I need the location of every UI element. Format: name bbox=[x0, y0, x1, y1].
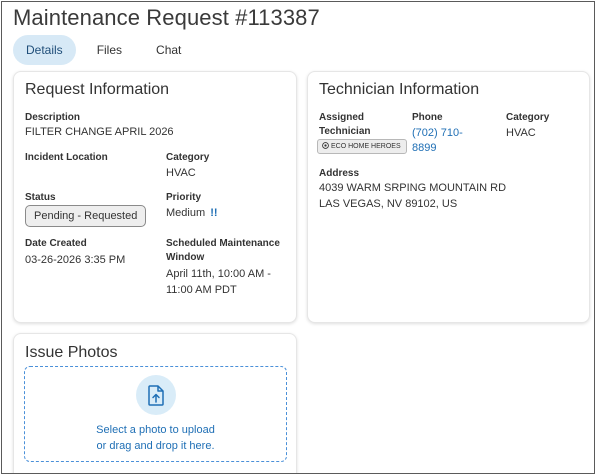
tab-files[interactable]: Files bbox=[84, 35, 135, 65]
scheduled-window-label-line2: Window bbox=[166, 252, 205, 263]
address-line2: LAS VEGAS, NV 89102, US bbox=[319, 198, 458, 210]
maintenance-request-page: Maintenance Request #113387 Details File… bbox=[1, 1, 595, 474]
upload-instruction-line2: or drag and drop it here. bbox=[96, 440, 215, 452]
request-information-title: Request Information bbox=[25, 81, 170, 98]
vendor-badge-icon bbox=[322, 142, 329, 149]
scheduled-window-label-line1: Scheduled Maintenance bbox=[166, 238, 280, 249]
page-title: Maintenance Request #113387 bbox=[13, 5, 320, 30]
scheduled-window-value-line1: April 11th, 10:00 AM - bbox=[166, 268, 271, 280]
priority-label: Priority bbox=[166, 192, 202, 203]
incident-location-label: Incident Location bbox=[25, 152, 108, 163]
upload-instruction-line1: Select a photo to upload bbox=[96, 424, 215, 436]
phone-label: Phone bbox=[412, 112, 443, 123]
date-created-label: Date Created bbox=[25, 238, 87, 249]
file-upload-icon bbox=[148, 385, 164, 406]
issue-photos-title: Issue Photos bbox=[25, 344, 118, 361]
vendor-name: ECO HOME HEROES bbox=[331, 143, 401, 150]
status-label: Status bbox=[25, 192, 56, 203]
assigned-technician-label-line2: Technician bbox=[319, 126, 371, 137]
upload-icon-circle bbox=[136, 375, 176, 415]
address-line1: 4039 WARM SRPING MOUNTAIN RD bbox=[319, 182, 507, 194]
request-information-card: Request Information Description FILTER C… bbox=[13, 71, 297, 323]
description-label: Description bbox=[25, 112, 81, 123]
issue-photos-card: Issue Photos Select a photo to upload or… bbox=[13, 333, 297, 473]
photo-upload-dropzone[interactable]: Select a photo to upload or drag and dro… bbox=[24, 366, 287, 462]
category-value: HVAC bbox=[166, 167, 196, 179]
tab-bar: Details Files Chat bbox=[13, 35, 194, 65]
phone-link-line2[interactable]: 8899 bbox=[412, 140, 436, 156]
tab-details[interactable]: Details bbox=[13, 35, 76, 65]
category-label: Category bbox=[166, 152, 210, 163]
technician-information-title: Technician Information bbox=[319, 81, 480, 98]
status-badge: Pending - Requested bbox=[25, 205, 147, 227]
scheduled-window-value-line2: 11:00 AM PDT bbox=[166, 284, 237, 296]
technician-category-label: Category bbox=[506, 112, 550, 123]
technician-category-value: HVAC bbox=[506, 127, 536, 139]
vendor-chip[interactable]: ECO HOME HEROES bbox=[317, 139, 407, 154]
priority-text: Medium bbox=[166, 207, 206, 219]
priority-value: Medium !! bbox=[166, 205, 218, 221]
technician-information-card: Technician Information Assigned Technici… bbox=[307, 71, 590, 323]
date-created-value: 03-26-2026 3:35 PM bbox=[25, 254, 126, 266]
description-value: FILTER CHANGE APRIL 2026 bbox=[25, 126, 174, 138]
tab-chat[interactable]: Chat bbox=[143, 35, 194, 65]
assigned-technician-label-line1: Assigned bbox=[319, 112, 365, 123]
priority-flag-icon: !! bbox=[210, 207, 218, 219]
phone-link-line1[interactable]: (702) 710- bbox=[412, 125, 463, 141]
address-label: Address bbox=[319, 168, 360, 179]
